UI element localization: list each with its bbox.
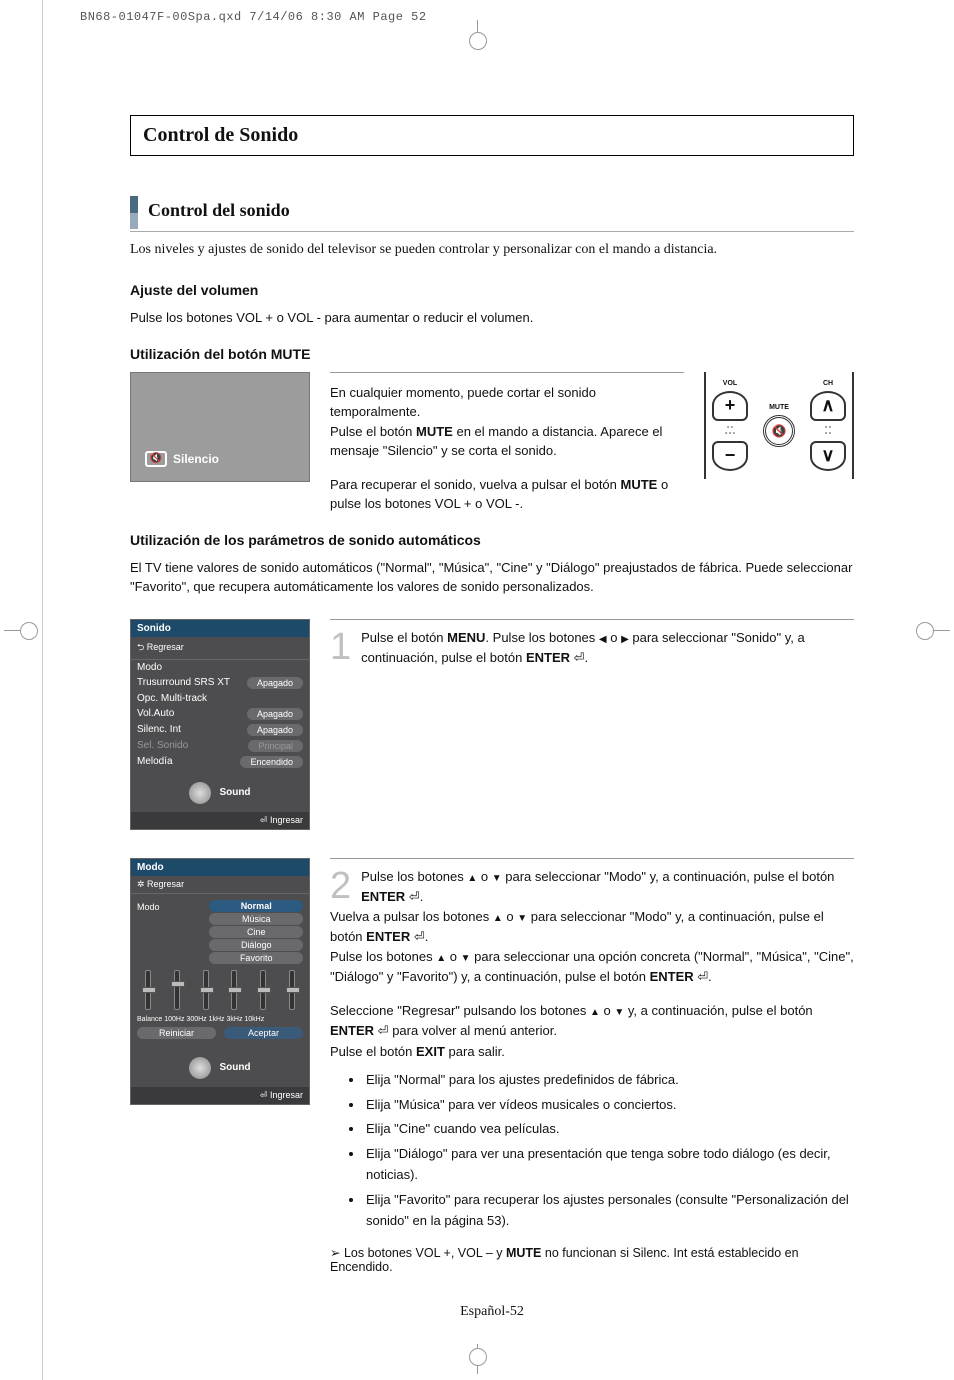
osd2-eq-labels: Balance 100Hz 300Hz 1kHz 3kHz 10kHz [131,1016,309,1027]
sub-mute-title: Utilización del botón MUTE [130,346,854,362]
remote-vol-label: VOL [723,380,737,387]
osd2-accept: Aceptar [224,1027,303,1039]
osd2-enter: Ingresar [131,1087,309,1104]
osd1-item: Sel. SonidoPrincipal [131,738,309,754]
osd2-option: Normal [209,900,303,912]
remote-ch-up: ∧ [810,391,846,421]
osd1-item: Vol.AutoApagado [131,706,309,722]
osd2-reset: Reiniciar [137,1027,216,1039]
section-intro: Los niveles y ajustes de sonido del tele… [130,242,854,258]
osd1-item: Modo [131,660,309,675]
sub-volume-title: Ajuste del volumen [130,282,854,298]
tv-screenshot-mute: 🔇 Silencio [130,372,310,482]
osd1-back: ⮌ Regresar [131,637,309,660]
sub-auto-title: Utilización de los parámetros de sonido … [130,532,854,548]
speaker-icon [189,1057,211,1079]
sub-volume-text: Pulse los botones VOL + o VOL - para aum… [130,308,854,328]
step2-number: 2 [330,867,351,905]
osd2-option: Diálogo [209,939,303,951]
mode-option-desc: Elija "Diálogo" para ver una presentació… [364,1144,854,1186]
osd2-left-label: Modo [137,900,199,912]
mute-badge-label: Silencio [173,452,219,466]
osd2-title: Modo [131,859,309,876]
osd1-category: Sound [131,770,309,812]
osd1-item: Opc. Multi-track [131,691,309,706]
osd1-item: MelodíaEncendido [131,754,309,770]
osd1-item: Trusurround SRS XTApagado [131,675,309,691]
osd-sound-menu: Sonido ⮌ Regresar ModoTrusurround SRS XT… [130,619,310,830]
step1-number: 1 [330,628,351,666]
osd2-option: Cine [209,926,303,938]
mute-instructions: En cualquier momento, puede cortar el so… [330,372,684,514]
print-job-header: BN68-01047F-00Spa.qxd 7/14/06 8:30 AM Pa… [80,10,427,24]
speaker-icon [189,782,211,804]
mode-option-desc: Elija "Favorito" para recuperar los ajus… [364,1190,854,1232]
mute-p2: Para recuperar el sonido, vuelva a pulsa… [330,475,684,514]
osd1-enter: Ingresar [131,812,309,829]
mode-option-desc: Elija "Cine" cuando vea películas. [364,1119,854,1140]
remote-mute-button: 🔇 [763,415,795,447]
osd-mode-menu: Modo ✲ Regresar Modo NormalMúsicaCineDiá… [130,858,310,1105]
step1-text: 1 Pulse el botón MENU. Pulse los botones… [330,619,854,668]
chapter-title: Control de Sonido [130,115,854,156]
mute-p1a: En cualquier momento, puede cortar el so… [330,383,684,422]
page-footer: Español-52 [130,1304,854,1320]
osd2-option: Música [209,913,303,925]
section-heading-row: Control del sonido [130,196,854,232]
remote-ch-label: CH [823,380,833,387]
osd2-back: ✲ Regresar [131,876,309,894]
sub-auto-intro: El TV tiene valores de sonido automático… [130,558,854,597]
remote-vol-down: − [712,441,748,471]
note: Los botones VOL +, VOL – y MUTE no funci… [330,1245,854,1274]
remote-mute-label: MUTE [769,404,789,411]
osd1-title: Sonido [131,620,309,637]
step2-text: 2 Pulse los botones ▲ o ▼ para seleccion… [330,858,854,1232]
osd2-category: Sound [131,1045,309,1087]
mute-p1b: Pulse el botón MUTE en el mando a distan… [330,422,684,461]
remote-vol-up: + [712,391,748,421]
section-heading: Control del sonido [148,196,290,229]
osd2-option: Favorito [209,952,303,964]
osd1-item: Silenc. IntApagado [131,722,309,738]
mute-icon: 🔇 [145,451,167,467]
mode-option-desc: Elija "Música" para ver vídeos musicales… [364,1095,854,1116]
remote-ch-down: ∨ [810,441,846,471]
remote-diagram: VOL + ∘∘∘∘∘ − MUTE 🔇 CH ∧ ∘∘∘∘ ∨ [704,372,854,479]
mode-option-desc: Elija "Normal" para los ajustes predefin… [364,1070,854,1091]
